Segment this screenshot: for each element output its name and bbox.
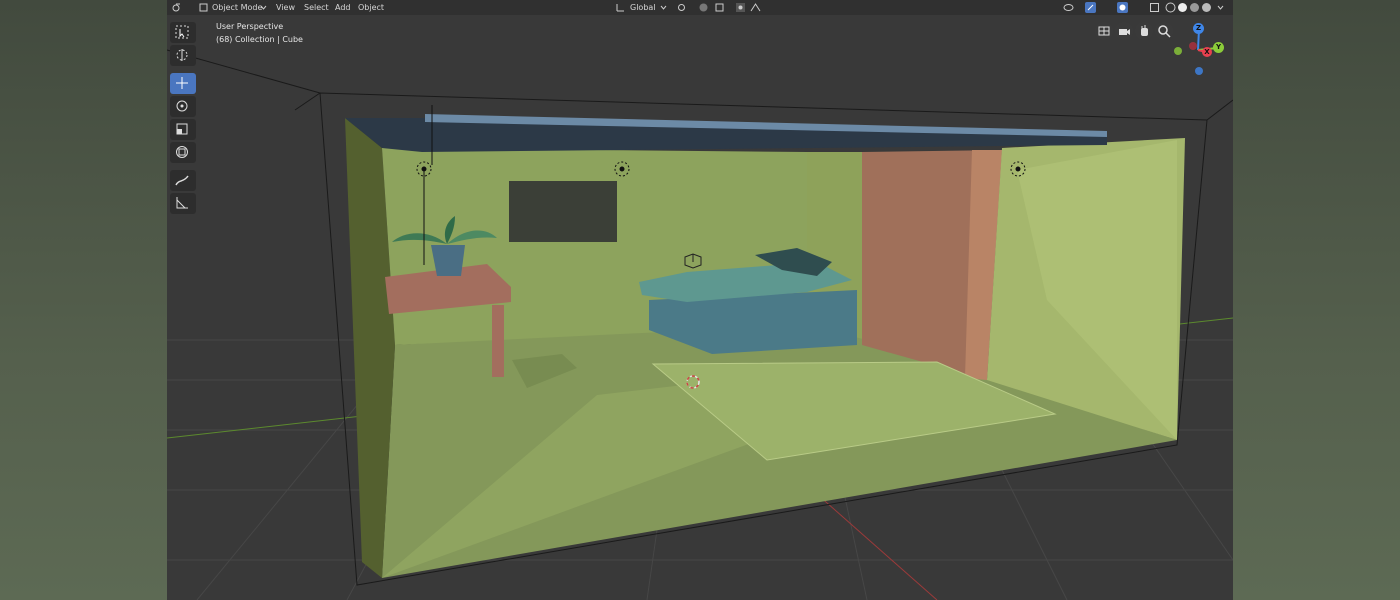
right-background-margin	[1233, 0, 1400, 600]
select-box-icon	[175, 25, 189, 39]
editor-type-icon[interactable]	[171, 2, 182, 13]
transform-icon	[176, 146, 188, 158]
orientation-icon	[616, 4, 624, 12]
toggle-grid-view-button[interactable]	[1095, 22, 1113, 40]
menu-select[interactable]: Select	[301, 1, 332, 14]
annotate-icon	[175, 175, 189, 186]
mode-selector[interactable]: Object Mode	[209, 1, 265, 14]
transform-orientation-selector[interactable]: Global	[627, 1, 659, 14]
falloff-icon[interactable]	[750, 2, 761, 13]
camera-view-button[interactable]	[1115, 22, 1133, 40]
xray-toggle-icon[interactable]	[1149, 2, 1160, 13]
annotate-tool[interactable]	[170, 170, 196, 191]
rotate-icon	[176, 100, 188, 112]
rotate-tool[interactable]	[170, 96, 196, 117]
select-box-tool[interactable]	[170, 22, 196, 43]
transform-tool[interactable]	[170, 142, 196, 163]
snap-target-icon[interactable]	[714, 2, 725, 13]
table-leg	[492, 305, 504, 377]
material-shading-icon[interactable]	[1189, 2, 1200, 13]
gizmo-z-axis[interactable]: Z	[1193, 23, 1204, 34]
solid-shading-icon[interactable]	[1177, 2, 1188, 13]
cursor-icon	[176, 49, 188, 61]
menu-object[interactable]: Object	[355, 1, 387, 14]
gizmo-x-axis[interactable]: X	[1202, 47, 1212, 57]
overlays-icon[interactable]	[1117, 2, 1128, 13]
camera-icon	[1119, 29, 1130, 35]
3d-viewport[interactable]: Object Mode View Select Add Object Globa…	[167, 0, 1233, 600]
wireframe-shading-icon[interactable]	[1165, 2, 1176, 13]
move-icon	[176, 77, 188, 89]
perspective-label: User Perspective	[216, 22, 284, 31]
chevron-down-icon	[260, 5, 267, 10]
window	[509, 181, 617, 242]
zoom-icon	[1158, 25, 1171, 38]
collection-label: (68) Collection | Cube	[216, 35, 303, 44]
measure-tool[interactable]	[170, 193, 196, 214]
scale-icon	[176, 123, 188, 135]
chevron-down-icon[interactable]	[1215, 2, 1226, 13]
3d-scene[interactable]	[167, 0, 1233, 600]
pan-view-button[interactable]	[1135, 22, 1153, 40]
proportional-editing-icon[interactable]	[735, 2, 746, 13]
hand-pan-icon	[1141, 25, 1148, 36]
chevron-down-icon	[660, 5, 667, 10]
zoom-view-button[interactable]	[1155, 22, 1173, 40]
object-mode-icon	[199, 3, 208, 12]
menu-add[interactable]: Add	[332, 1, 354, 14]
scale-tool[interactable]	[170, 119, 196, 140]
cursor-tool[interactable]	[170, 45, 196, 66]
menu-view[interactable]: View	[273, 1, 298, 14]
rendered-shading-icon[interactable]	[1201, 2, 1212, 13]
pivot-point-icon[interactable]	[676, 2, 687, 13]
viewport-header: Object Mode View Select Add Object Globa…	[167, 0, 1233, 15]
measure-icon	[176, 197, 188, 209]
gizmo-y-axis[interactable]: Y	[1213, 42, 1224, 53]
grid-view-icon	[1098, 26, 1110, 36]
visibility-icon[interactable]	[1063, 2, 1074, 13]
gizmo-toggle-icon[interactable]	[1085, 2, 1096, 13]
left-background-margin	[0, 0, 167, 600]
snap-icon[interactable]	[698, 2, 709, 13]
move-tool[interactable]	[170, 73, 196, 94]
